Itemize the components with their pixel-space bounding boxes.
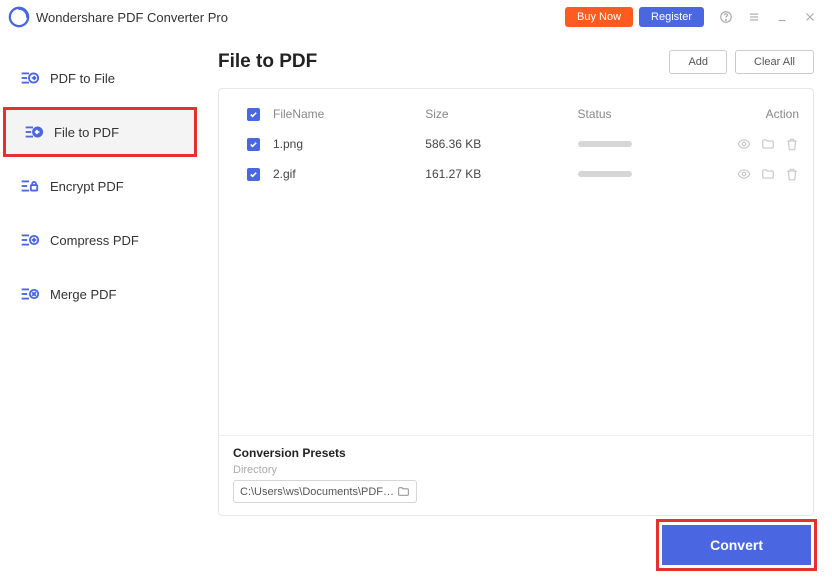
table-header: FileName Size Status Action <box>233 99 799 129</box>
sidebar-item-pdf-to-file[interactable]: PDF to File <box>0 54 200 102</box>
col-action: Action <box>702 107 799 121</box>
sidebar-item-label: PDF to File <box>50 71 115 86</box>
merge-pdf-icon <box>18 283 40 305</box>
sidebar-item-label: Compress PDF <box>50 233 139 248</box>
open-folder-icon[interactable] <box>761 137 775 151</box>
open-folder-icon[interactable] <box>761 167 775 181</box>
pdf-to-file-icon <box>18 67 40 89</box>
convert-button[interactable]: Convert <box>662 525 811 565</box>
browse-folder-icon[interactable] <box>397 485 410 498</box>
titlebar: Wondershare PDF Converter Pro Buy Now Re… <box>0 0 832 34</box>
sidebar: PDF to File File to PDF Encrypt PDF Comp… <box>0 34 200 582</box>
col-size: Size <box>425 107 577 121</box>
preview-icon[interactable] <box>737 167 751 181</box>
file-list-panel: FileName Size Status Action 1.png 586.36… <box>218 88 814 516</box>
clear-all-button[interactable]: Clear All <box>735 50 814 74</box>
sidebar-item-encrypt-pdf[interactable]: Encrypt PDF <box>0 162 200 210</box>
file-size: 586.36 KB <box>425 137 577 151</box>
encrypt-pdf-icon <box>18 175 40 197</box>
status-progress <box>578 171 632 177</box>
file-size: 161.27 KB <box>425 167 577 181</box>
row-checkbox[interactable] <box>247 168 260 181</box>
directory-value: C:\Users\ws\Documents\PDFConvert <box>240 486 397 498</box>
main-panel: File to PDF Add Clear All FileName <box>200 34 832 582</box>
menu-icon[interactable] <box>740 3 768 31</box>
minimize-icon[interactable] <box>768 3 796 31</box>
status-progress <box>578 141 632 147</box>
sidebar-item-merge-pdf[interactable]: Merge PDF <box>0 270 200 318</box>
col-filename: FileName <box>273 107 425 121</box>
select-all-checkbox[interactable] <box>247 108 260 121</box>
table-row: 2.gif 161.27 KB <box>233 159 799 189</box>
directory-label: Directory <box>233 464 799 476</box>
presets-title: Conversion Presets <box>233 446 799 460</box>
sidebar-item-file-to-pdf[interactable]: File to PDF <box>4 108 196 156</box>
register-button[interactable]: Register <box>639 7 704 27</box>
file-name: 2.gif <box>273 167 425 181</box>
convert-highlight: Convert <box>659 522 814 568</box>
sidebar-item-label: Encrypt PDF <box>50 179 124 194</box>
help-icon[interactable] <box>712 3 740 31</box>
delete-icon[interactable] <box>785 167 799 181</box>
table-row: 1.png 586.36 KB <box>233 129 799 159</box>
sidebar-item-label: Merge PDF <box>50 287 116 302</box>
buy-now-button[interactable]: Buy Now <box>565 7 633 27</box>
file-to-pdf-icon <box>22 121 44 143</box>
compress-pdf-icon <box>18 229 40 251</box>
preview-icon[interactable] <box>737 137 751 151</box>
conversion-presets: Conversion Presets Directory C:\Users\ws… <box>219 435 813 515</box>
col-status: Status <box>578 107 703 121</box>
file-name: 1.png <box>273 137 425 151</box>
close-icon[interactable] <box>796 3 824 31</box>
app-logo-icon <box>8 6 30 28</box>
delete-icon[interactable] <box>785 137 799 151</box>
sidebar-item-label: File to PDF <box>54 125 119 140</box>
directory-field[interactable]: C:\Users\ws\Documents\PDFConvert <box>233 480 417 503</box>
sidebar-item-compress-pdf[interactable]: Compress PDF <box>0 216 200 264</box>
page-title: File to PDF <box>218 51 317 73</box>
app-title: Wondershare PDF Converter Pro <box>36 10 228 25</box>
row-checkbox[interactable] <box>247 138 260 151</box>
add-button[interactable]: Add <box>669 50 727 74</box>
